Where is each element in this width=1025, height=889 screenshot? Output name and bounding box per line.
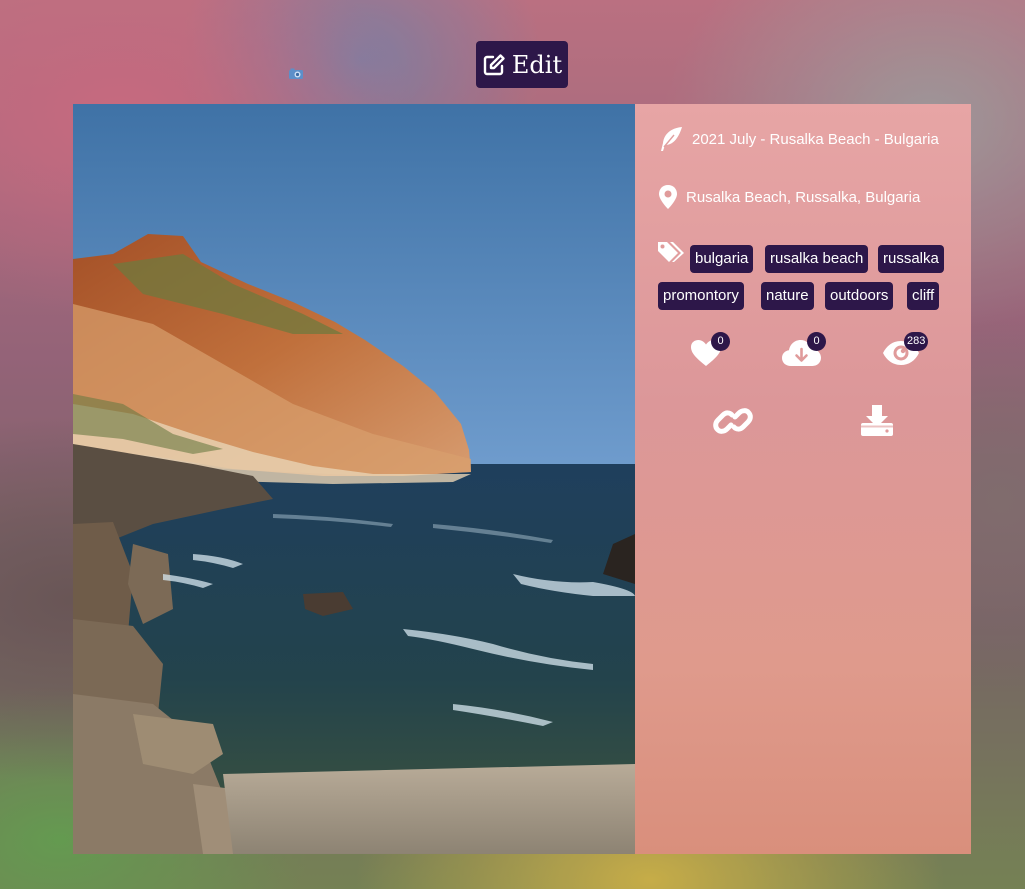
tags-icon xyxy=(658,242,684,262)
photo-location: Rusalka Beach, Russalka, Bulgaria xyxy=(658,184,920,210)
edit-button[interactable]: Edit xyxy=(476,41,568,88)
info-panel: 2021 July - Rusalka Beach - Bulgaria Rus… xyxy=(635,104,971,854)
download-icon[interactable] xyxy=(860,403,894,437)
photo-title-text: 2021 July - Rusalka Beach - Bulgaria xyxy=(692,130,939,148)
likes-stat[interactable]: 0 xyxy=(685,332,731,368)
views-count: 283 xyxy=(904,332,929,351)
downloads-count: 0 xyxy=(807,332,826,351)
link-icon[interactable] xyxy=(713,404,753,438)
tag-rusalka-beach[interactable]: rusalka beach xyxy=(765,245,869,273)
downloads-stat[interactable]: 0 xyxy=(777,332,826,368)
photo-viewer: 2021 July - Rusalka Beach - Bulgaria Rus… xyxy=(73,104,971,854)
edit-icon xyxy=(483,53,505,75)
tag-bulgaria[interactable]: bulgaria xyxy=(690,245,754,273)
tag-outdoors[interactable]: outdoors xyxy=(825,282,894,310)
tag-russalka[interactable]: russalka xyxy=(878,245,944,273)
views-stat[interactable]: 283 xyxy=(878,332,929,368)
camera-icon xyxy=(289,68,303,79)
tag-cliff[interactable]: cliff xyxy=(907,282,940,310)
photo-image xyxy=(73,104,635,854)
tag-promontory[interactable]: promontory xyxy=(658,282,744,310)
feather-icon xyxy=(661,127,682,151)
photo-title: 2021 July - Rusalka Beach - Bulgaria xyxy=(658,126,939,152)
photo-location-text: Rusalka Beach, Russalka, Bulgaria xyxy=(686,188,921,206)
edit-button-label: Edit xyxy=(511,50,563,79)
photo[interactable] xyxy=(73,104,635,854)
tag-nature[interactable]: nature xyxy=(761,282,814,310)
map-pin-icon xyxy=(659,185,677,209)
likes-count: 0 xyxy=(711,332,730,351)
